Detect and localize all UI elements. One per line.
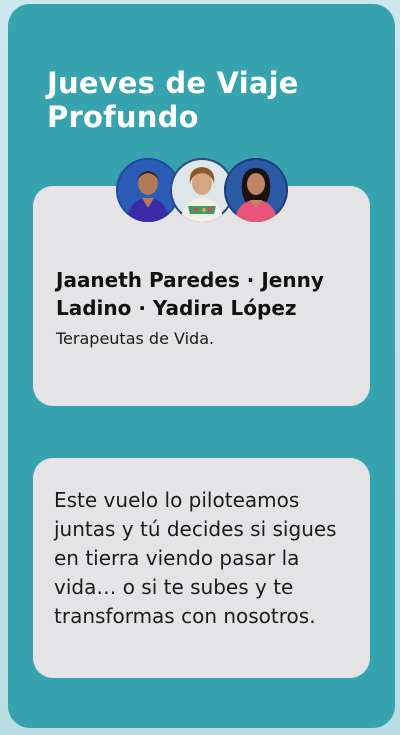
- card-title: Jueves de Viaje Profundo: [47, 66, 299, 134]
- presenter-names: Jaaneth Paredes · Jenny Ladino · Yadira …: [56, 268, 324, 320]
- quote-text: Este vuelo lo piloteamos juntas y tú dec…: [54, 488, 337, 628]
- presenter-role: Terapeutas de Vida.: [56, 329, 215, 348]
- page-background: Jueves de Viaje Profundo Jaaneth Paredes…: [0, 0, 400, 735]
- presenter-avatars: [116, 158, 288, 228]
- avatar: [224, 158, 288, 222]
